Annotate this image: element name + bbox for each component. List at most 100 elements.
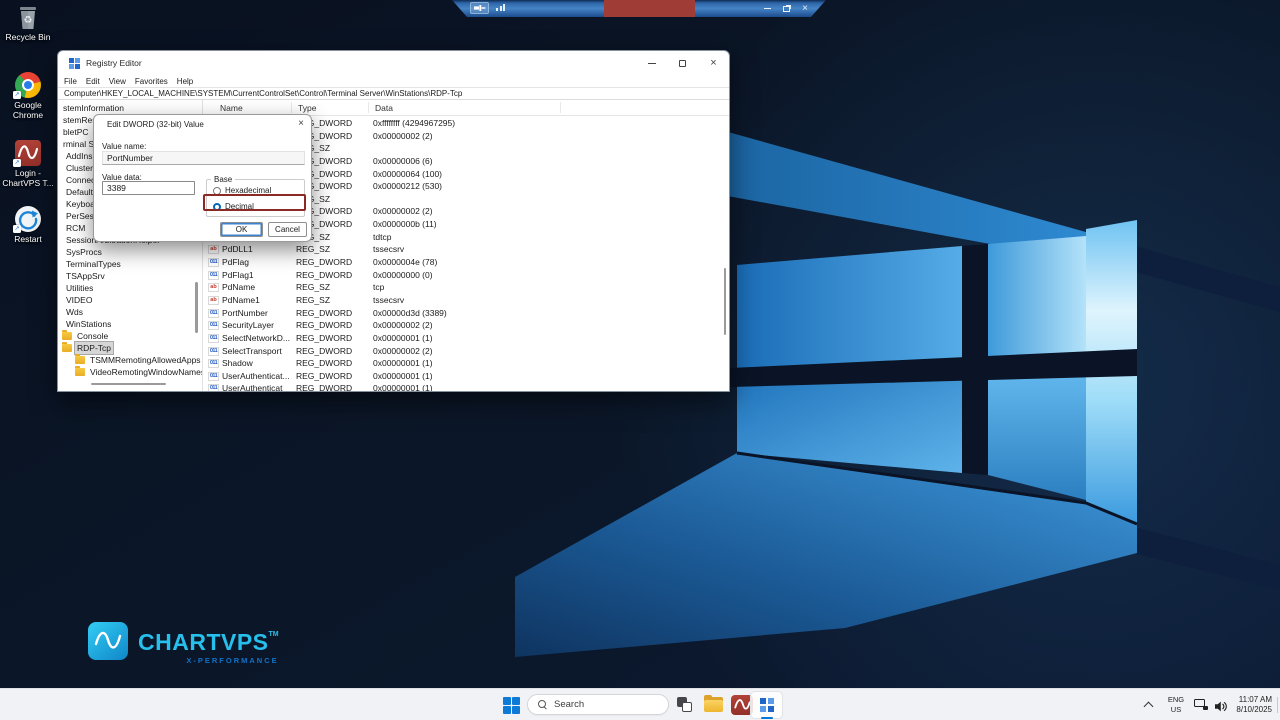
rdp-pin-button[interactable]	[470, 2, 489, 14]
taskbar: Search ENG US	[0, 688, 1280, 720]
tree-item-label: WinStations	[64, 318, 113, 330]
tree-item-label: TerminalTypes	[64, 258, 123, 270]
value-data: 0x00000064 (100)	[373, 168, 442, 181]
value-data: 0x00000212 (530)	[373, 180, 442, 193]
value-name: Shadow	[222, 357, 294, 370]
dialog-close-button[interactable]: ×	[298, 118, 304, 129]
menu-item[interactable]: Edit	[86, 77, 100, 86]
hidden-icons-chevron[interactable]	[1145, 701, 1152, 708]
registry-value-row[interactable]: 011 PdFlag REG_DWORD 0x0000004e (78)	[203, 256, 729, 269]
registry-value-row[interactable]: 011 UserAuthenticat... REG_DWORD 0x00000…	[203, 370, 729, 383]
value-data: 0x00000002 (2)	[373, 130, 433, 143]
menu-item[interactable]: File	[64, 77, 77, 86]
registry-value-row[interactable]: ab PdDLL1 REG_SZ tssecsrv	[203, 243, 729, 256]
tree-item-label: TSAppSrv	[64, 270, 107, 282]
tree-item[interactable]: TSAppSrv	[58, 270, 202, 282]
tree-item[interactable]: TerminalTypes	[58, 258, 202, 270]
cancel-button[interactable]: Cancel	[268, 222, 307, 237]
start-button[interactable]	[498, 693, 524, 717]
maximize-button[interactable]	[667, 51, 698, 75]
tree-item[interactable]: VideoRemotingWindowNames	[58, 366, 202, 378]
desktop-icon-restart[interactable]: ↗ Restart	[0, 206, 56, 245]
menu-bar: File Edit View Favorites Help	[58, 75, 729, 87]
registry-value-row[interactable]: 011 Shadow REG_DWORD 0x00000001 (1)	[203, 357, 729, 370]
ok-button[interactable]: OK	[220, 222, 263, 237]
rdp-connection-bar[interactable]: ×	[452, 0, 826, 17]
value-data: 0x00000006 (6)	[373, 155, 433, 168]
restore-icon	[783, 6, 790, 12]
column-header-type[interactable]: Type	[298, 103, 316, 113]
language-indicator[interactable]: ENG US	[1164, 695, 1188, 715]
taskbar-search-box[interactable]: Search	[527, 694, 669, 715]
folder-icon	[75, 356, 85, 364]
tree-item[interactable]: RDP-Tcp	[58, 342, 202, 354]
value-type: REG_SZ	[296, 294, 330, 307]
registry-value-row[interactable]: ab PdName1 REG_SZ tssecsrv	[203, 294, 729, 307]
desktop-icon-google-chrome[interactable]: ↗ Google Chrome	[0, 72, 56, 120]
value-name: PdFlag1	[222, 269, 294, 282]
value-type-icon: 011	[208, 372, 219, 381]
address-bar[interactable]: Computer\HKEY_LOCAL_MACHINE\SYSTEM\Curre…	[58, 87, 729, 100]
show-desktop-button[interactable]	[1277, 697, 1278, 713]
regedit-titlebar[interactable]: Registry Editor ×	[58, 51, 729, 75]
menu-item[interactable]: View	[109, 77, 126, 86]
close-button[interactable]: ×	[698, 51, 729, 75]
value-data: 0x00000001 (1)	[373, 332, 433, 345]
value-name: PortNumber	[222, 307, 294, 320]
value-type-icon: ab	[208, 283, 219, 292]
value-data: 0x0000000b (11)	[373, 218, 437, 231]
decimal-highlight-annotation	[203, 194, 306, 211]
values-vertical-scrollbar[interactable]	[724, 268, 727, 335]
rdp-close-button[interactable]: ×	[798, 2, 812, 15]
registry-value-row[interactable]: 011 PortNumber REG_DWORD 0x00000d3d (338…	[203, 307, 729, 320]
registry-value-row[interactable]: 011 SelectNetworkD... REG_DWORD 0x000000…	[203, 332, 729, 345]
desktop-icon-recycle-bin[interactable]: ♻ Recycle Bin	[0, 4, 56, 43]
folder-icon	[62, 332, 72, 340]
value-data: 0x00000002 (2)	[373, 345, 433, 358]
value-data: 0x00000001 (1)	[373, 382, 433, 391]
tree-item[interactable]: Wds	[58, 306, 202, 318]
registry-editor-taskbar-button[interactable]	[750, 691, 783, 719]
taskbar-clock[interactable]: 11:07 AM 8/10/2025	[1236, 695, 1272, 715]
tree-horizontal-scrollbar[interactable]	[91, 383, 166, 386]
minimize-button[interactable]	[636, 51, 667, 75]
maximize-icon	[679, 60, 686, 67]
task-view-button[interactable]	[672, 693, 698, 717]
value-data-input[interactable]: 3389	[102, 181, 195, 195]
column-header-name[interactable]: Name	[220, 103, 243, 113]
value-data: 0x00000000 (0)	[373, 269, 433, 282]
tree-vertical-scrollbar[interactable]	[195, 282, 198, 333]
tree-item[interactable]: Utilities	[58, 282, 202, 294]
file-explorer-button[interactable]	[701, 693, 727, 717]
column-header-data[interactable]: Data	[375, 103, 393, 113]
desktop-icon-label: Google Chrome	[0, 101, 56, 120]
tree-item[interactable]: TSMMRemotingAllowedApps	[58, 354, 202, 366]
tree-item[interactable]: Console	[58, 330, 202, 342]
menu-item[interactable]: Help	[177, 77, 193, 86]
tree-item[interactable]: SysProcs	[58, 246, 202, 258]
menu-item[interactable]: Favorites	[135, 77, 168, 86]
rdp-minimize-button[interactable]	[760, 2, 774, 15]
tree-item[interactable]: VIDEO	[58, 294, 202, 306]
registry-value-row[interactable]: 011 PdFlag1 REG_DWORD 0x00000000 (0)	[203, 269, 729, 282]
value-data: 0x0000004e (78)	[373, 256, 437, 269]
registry-value-row[interactable]: 011 UserAuthenticat REG_DWORD 0x00000001…	[203, 382, 729, 391]
network-icon[interactable]	[1194, 699, 1208, 710]
chartvps-logo-icon	[88, 622, 128, 660]
value-name: SelectNetworkD...	[222, 332, 294, 345]
tree-item-label: VideoRemotingWindowNames	[88, 366, 203, 378]
clock-date: 8/10/2025	[1236, 705, 1272, 715]
volume-icon[interactable]	[1215, 699, 1228, 710]
tree-item[interactable]: WinStations	[58, 318, 202, 330]
tree-item-label: RDP-Tcp	[75, 342, 113, 354]
value-name-field[interactable]: PortNumber	[102, 151, 305, 165]
search-placeholder: Search	[554, 699, 584, 710]
registry-value-row[interactable]: ab PdName REG_SZ tcp	[203, 281, 729, 294]
tree-item[interactable]: stemInformation	[58, 102, 202, 114]
rdp-restore-button[interactable]	[779, 2, 793, 15]
registry-value-row[interactable]: 011 SecurityLayer REG_DWORD 0x00000002 (…	[203, 319, 729, 332]
connection-signal-icon	[496, 3, 508, 13]
desktop-icon-login-chartvps[interactable]: ↗ Login - ChartVPS T...	[0, 140, 56, 188]
value-data: 0x00000d3d (3389)	[373, 307, 447, 320]
registry-value-row[interactable]: 011 SelectTransport REG_DWORD 0x00000002…	[203, 345, 729, 358]
